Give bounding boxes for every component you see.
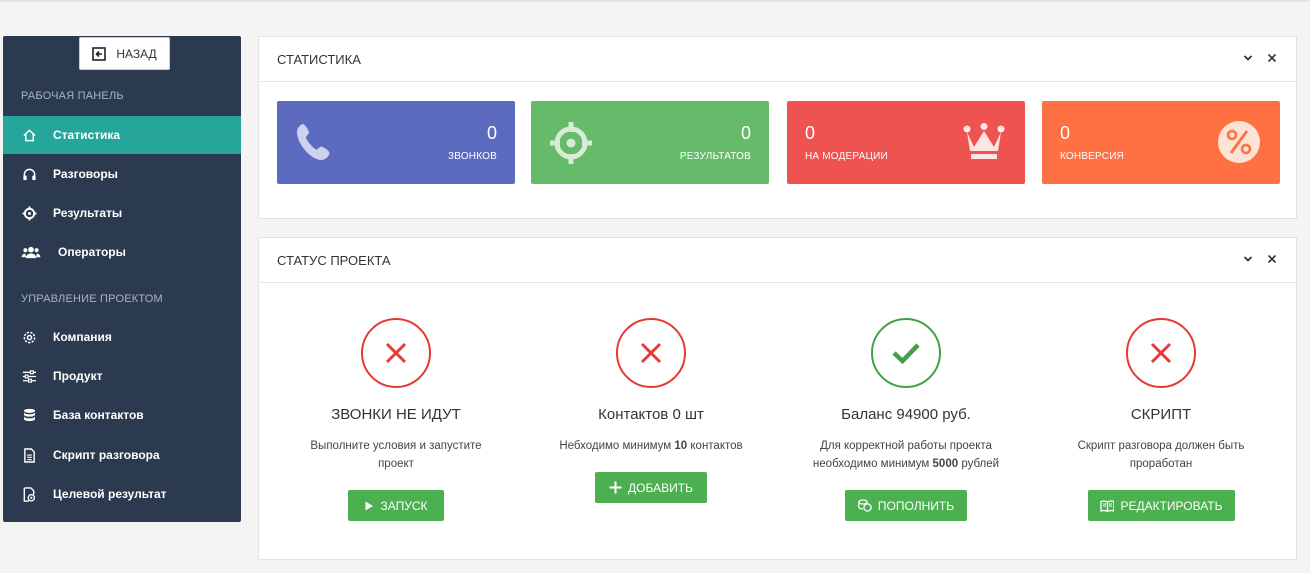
sidebar-item-conversations[interactable]: Разговоры bbox=[3, 155, 241, 193]
chevron-down-icon[interactable] bbox=[1242, 52, 1254, 64]
target-file-icon bbox=[21, 486, 37, 502]
check-icon bbox=[892, 343, 920, 364]
stat-card-calls: 0 ЗВОНКОВ bbox=[277, 101, 515, 184]
sidebar-item-label: База контактов bbox=[53, 408, 144, 422]
close-icon[interactable] bbox=[1266, 253, 1278, 265]
edit-script-button[interactable]: РЕДАКТИРОВАТЬ bbox=[1087, 490, 1235, 521]
stat-value: 0 bbox=[740, 123, 751, 143]
book-icon bbox=[1099, 499, 1115, 512]
phone-icon bbox=[297, 124, 330, 160]
status-description: Для корректной работы проекта необходимо… bbox=[812, 440, 1000, 470]
users-icon bbox=[21, 244, 41, 260]
status-error-indicator bbox=[361, 318, 431, 388]
sidebar-item-results[interactable]: Результаты bbox=[3, 194, 241, 232]
status-title: СКРИПТ bbox=[1130, 406, 1192, 423]
status-error-indicator bbox=[616, 318, 686, 388]
sidebar-item-product[interactable]: Продукт bbox=[3, 357, 241, 395]
project-status-panel: СТАТУС ПРОЕКТА ЗВОНКИ НЕ ИДУТ Выполните … bbox=[258, 237, 1297, 560]
play-icon bbox=[365, 501, 374, 510]
stat-value: 0 bbox=[1060, 123, 1071, 143]
status-calls: ЗВОНКИ НЕ ИДУТ Выполните условия и запус… bbox=[276, 318, 516, 521]
top-up-button[interactable]: ПОПОЛНИТЬ bbox=[845, 490, 967, 521]
statistics-panel: СТАТИСТИКА 0 ЗВОНКОВ 0 РЕЗУЛЬТАТОВ 0 НА … bbox=[258, 36, 1297, 219]
back-label: НАЗАД bbox=[116, 46, 157, 61]
cross-icon bbox=[385, 342, 407, 364]
sidebar-item-company[interactable]: Компания bbox=[3, 318, 241, 356]
sidebar: НАЗАД РАБОЧАЯ ПАНЕЛЬ Статистика Разговор… bbox=[3, 36, 241, 522]
sidebar-item-label: Целевой результат bbox=[53, 487, 167, 501]
section-project: УПРАВЛЕНИЕ ПРОЕКТОМ bbox=[21, 293, 163, 305]
sidebar-item-target-result[interactable]: Целевой результат bbox=[3, 475, 241, 513]
sidebar-item-script[interactable]: Скрипт разговора bbox=[3, 436, 241, 474]
coins-icon bbox=[858, 499, 872, 512]
section-dashboard: РАБОЧАЯ ПАНЕЛЬ bbox=[21, 90, 124, 102]
status-contacts: Контактов 0 шт Небходимо минимум 10 конт… bbox=[531, 318, 771, 503]
document-icon bbox=[21, 447, 37, 463]
crown-icon bbox=[963, 123, 1005, 159]
add-contacts-button[interactable]: ДОБАВИТЬ bbox=[595, 472, 707, 503]
stat-value: 0 bbox=[805, 123, 816, 143]
plus-icon bbox=[609, 481, 622, 494]
home-icon bbox=[21, 127, 37, 143]
sidebar-item-label: Скрипт разговора bbox=[53, 448, 160, 462]
launch-button[interactable]: ЗАПУСК bbox=[348, 490, 444, 521]
gear-icon bbox=[21, 329, 37, 345]
status-title: Контактов 0 шт bbox=[598, 406, 704, 423]
stat-value: 0 bbox=[486, 123, 497, 143]
back-button[interactable]: НАЗАД bbox=[79, 37, 170, 70]
sidebar-item-label: Продукт bbox=[53, 369, 103, 383]
sidebar-item-label: Статистика bbox=[53, 128, 121, 142]
top-border bbox=[0, 0, 1310, 2]
status-description: Выполните условия и запустите проект bbox=[310, 440, 482, 470]
stat-card-moderation: 0 НА МОДЕРАЦИИ bbox=[787, 101, 1025, 184]
status-title: Баланс 94900 руб. bbox=[841, 406, 971, 423]
stat-label: НА МОДЕРАЦИИ bbox=[805, 151, 888, 162]
sidebar-item-operators[interactable]: Операторы bbox=[3, 233, 241, 271]
sidebar-item-statistics[interactable]: Статистика bbox=[3, 116, 241, 154]
status-ok-indicator bbox=[871, 318, 941, 388]
percent-icon bbox=[1218, 121, 1260, 163]
status-balance: Баланс 94900 руб. Для корректной работы … bbox=[786, 318, 1026, 521]
sliders-icon bbox=[21, 368, 37, 384]
headphones-icon bbox=[21, 166, 37, 182]
crosshair-icon bbox=[21, 205, 37, 221]
panel-title: СТАТИСТИКА bbox=[277, 51, 361, 67]
stat-label: РЕЗУЛЬТАТОВ bbox=[679, 151, 751, 162]
status-description: Небходимо минимум 10 контактов bbox=[559, 440, 743, 452]
chevron-down-icon[interactable] bbox=[1242, 253, 1254, 265]
cross-icon bbox=[1150, 342, 1172, 364]
panel-header: СТАТУС ПРОЕКТА bbox=[259, 238, 1296, 283]
stat-card-results: 0 РЕЗУЛЬТАТОВ bbox=[531, 101, 769, 184]
sidebar-item-label: Результаты bbox=[53, 206, 123, 220]
close-icon[interactable] bbox=[1266, 52, 1278, 64]
status-title: ЗВОНКИ НЕ ИДУТ bbox=[331, 406, 461, 423]
stat-label: КОНВЕРСИЯ bbox=[1060, 151, 1125, 162]
crosshair-icon bbox=[550, 122, 592, 164]
cross-icon bbox=[640, 342, 662, 364]
panel-title: СТАТУС ПРОЕКТА bbox=[277, 252, 391, 268]
stat-label: ЗВОНКОВ bbox=[448, 151, 497, 162]
back-arrow-icon bbox=[92, 46, 107, 61]
panel-header: СТАТИСТИКА bbox=[259, 37, 1296, 82]
stat-card-conversion: 0 КОНВЕРСИЯ bbox=[1042, 101, 1280, 184]
status-error-indicator bbox=[1126, 318, 1196, 388]
sidebar-item-contacts-db[interactable]: База контактов bbox=[3, 396, 241, 434]
database-icon bbox=[21, 407, 37, 423]
sidebar-item-label: Операторы bbox=[58, 245, 126, 259]
status-script: СКРИПТ Скрипт разговора должен быть прор… bbox=[1041, 318, 1281, 521]
sidebar-item-label: Компания bbox=[53, 330, 112, 344]
sidebar-item-label: Разговоры bbox=[53, 167, 118, 181]
status-description: Скрипт разговора должен быть проработан bbox=[1077, 440, 1245, 470]
